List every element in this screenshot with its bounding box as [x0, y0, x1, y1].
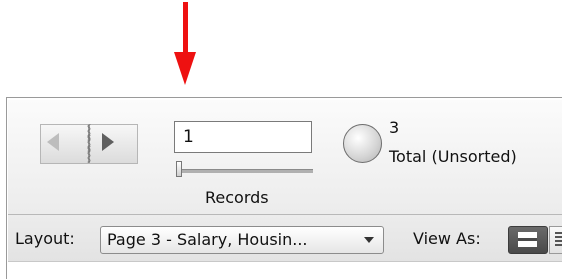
record-slider-track[interactable] [176, 169, 313, 173]
layout-select[interactable]: Page 3 - Salary, Housin... [100, 226, 384, 254]
chevron-down-icon[interactable] [364, 237, 374, 243]
record-status-circle-icon [343, 124, 382, 163]
records-label: Records [205, 188, 269, 207]
form-view-icon-divider [518, 238, 537, 241]
current-record-input[interactable] [174, 121, 312, 153]
next-record-icon[interactable] [102, 133, 114, 151]
annotation-arrow-shaft [183, 2, 188, 54]
view-as-label: View As: [413, 229, 481, 248]
list-view-icon [555, 232, 562, 248]
record-slider-thumb[interactable] [176, 161, 182, 177]
previous-record-icon[interactable] [47, 133, 59, 151]
total-sort-status: Total (Unsorted) [389, 147, 517, 166]
annotation-arrow-head [174, 52, 196, 85]
book-rings-icon: ⸾ ⸾ ⸾ [86, 124, 92, 162]
layout-select-value: Page 3 - Salary, Housin... [107, 230, 308, 249]
layout-label: Layout: [15, 229, 75, 248]
record-count: 3 [389, 118, 400, 137]
